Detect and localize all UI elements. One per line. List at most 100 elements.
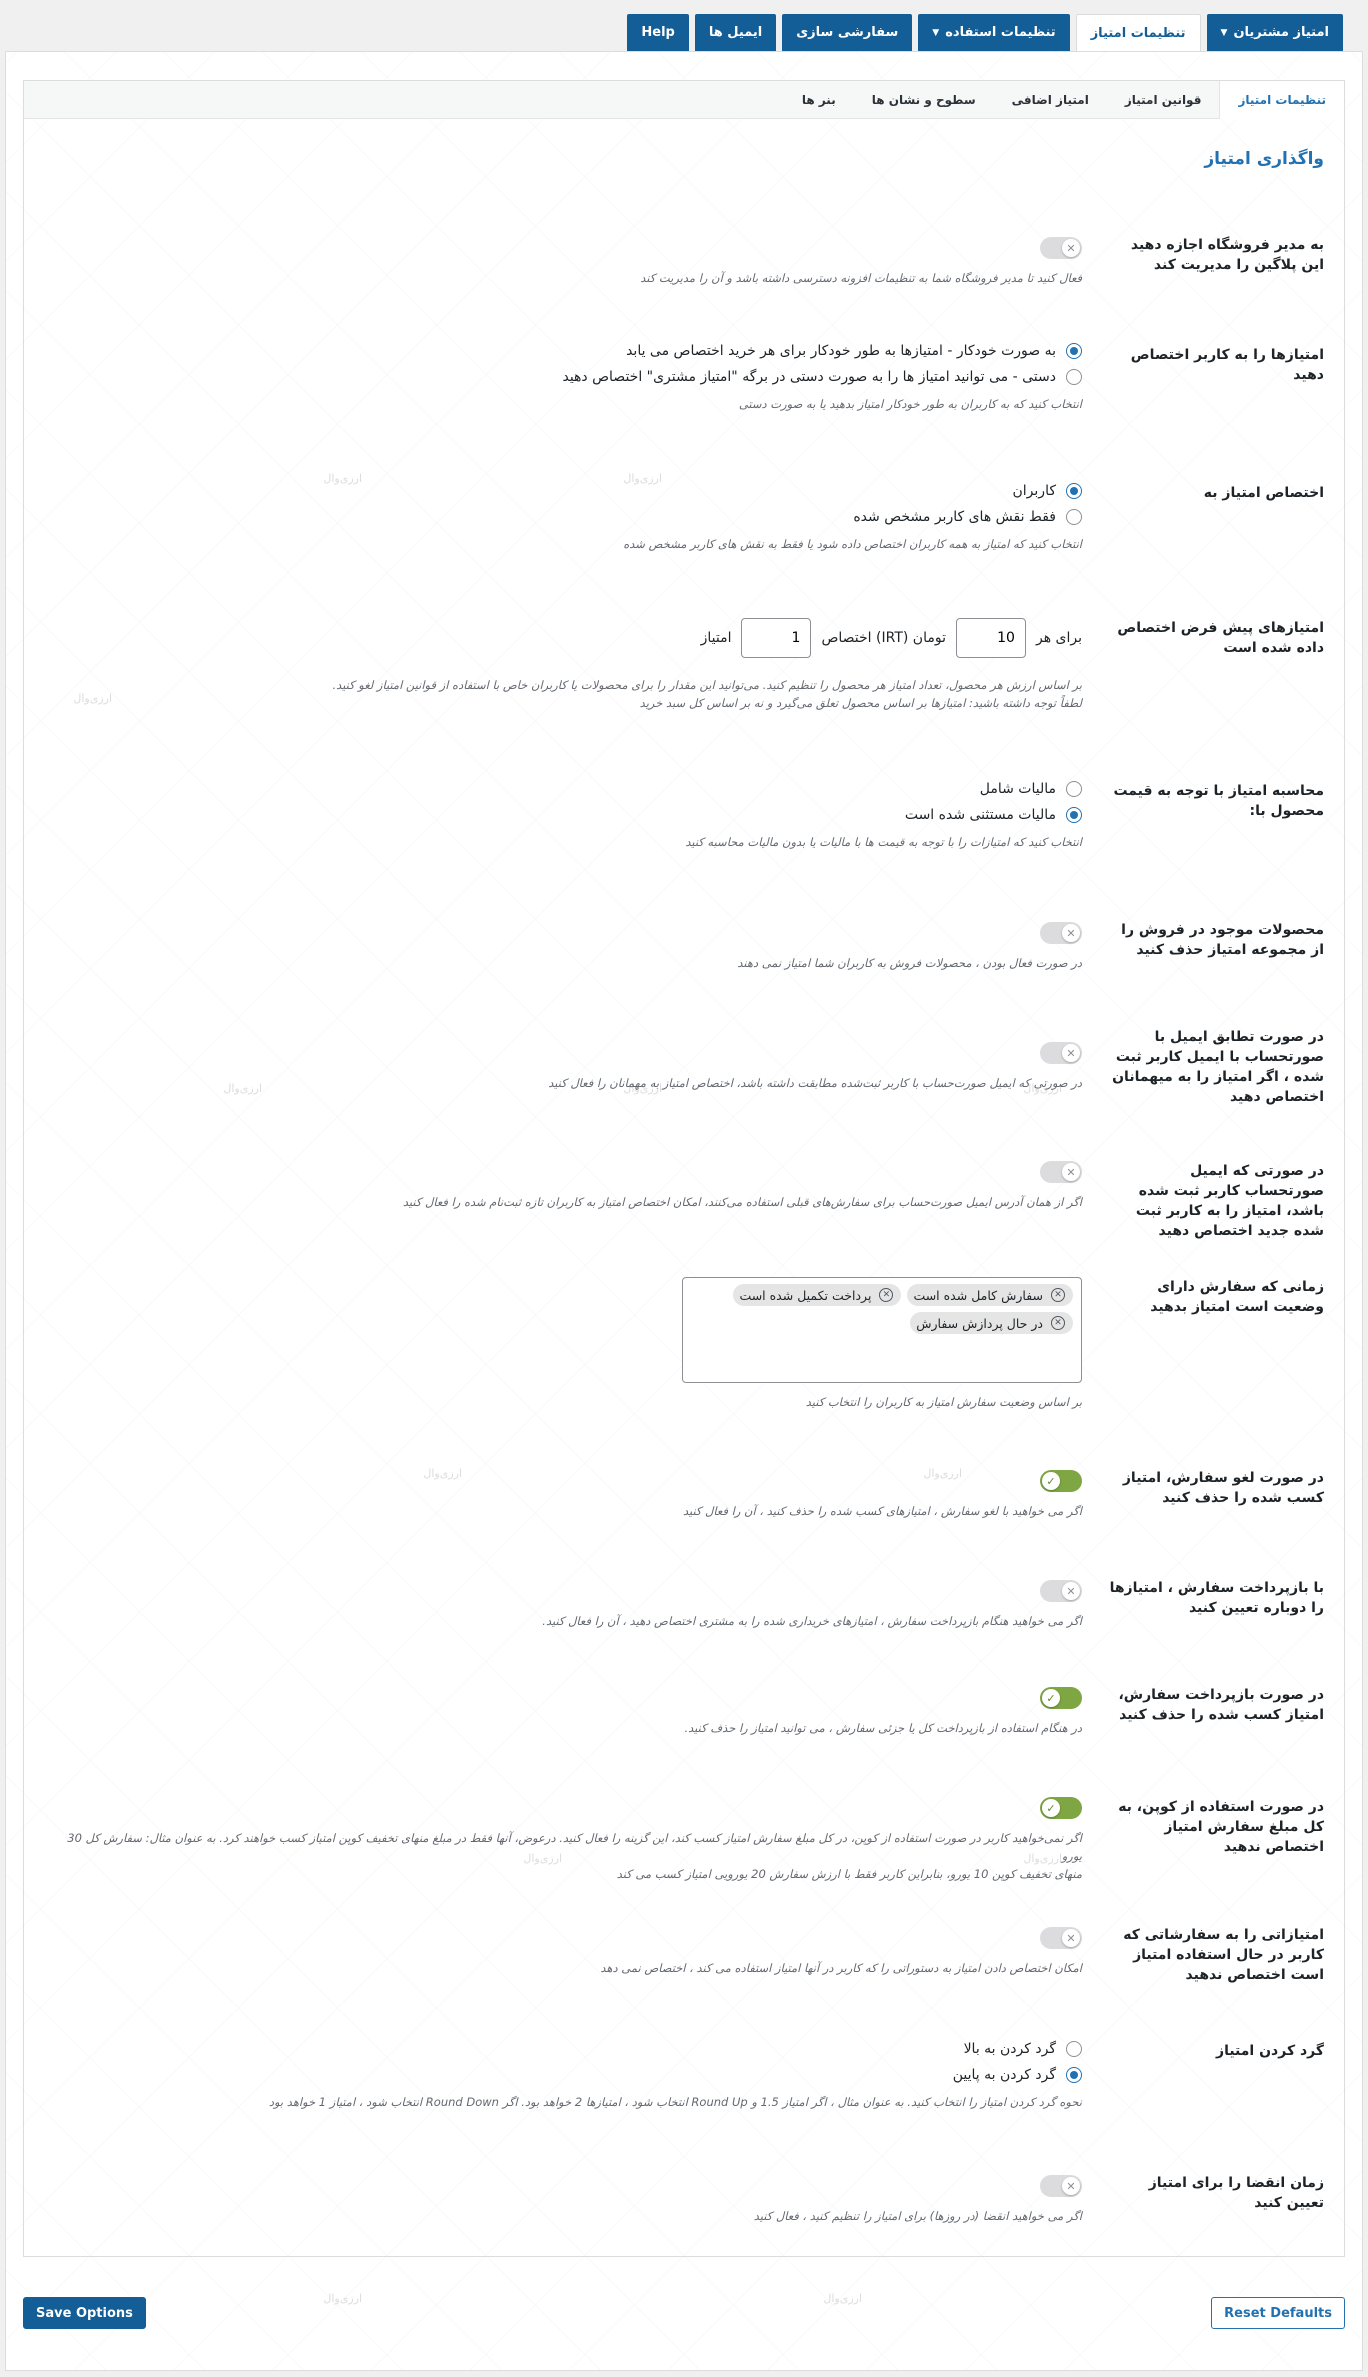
shop-manager-toggle[interactable]: ✕ [1040, 237, 1082, 259]
top-tabs: امتیاز مشتریان ▼ تنظیمات امتیاز تنظیمات … [627, 14, 1343, 51]
radio-round-down[interactable] [1066, 2067, 1082, 2083]
watermark-text: ارزی‌وال [323, 2292, 362, 2305]
exclude-sale-toggle[interactable]: ✕ [1040, 922, 1082, 944]
radio-label: کاربران [1012, 483, 1056, 499]
setting-description: اگر نمی‌خواهید کاربر در صورت استفاده از … [67, 1831, 1082, 1863]
suffix-text: امتیاز [700, 630, 732, 646]
chip-label: سفارش کامل شده است [913, 1287, 1043, 1303]
setting-description: اگر از همان آدرس ایمیل صورت‌حساب برای سف… [402, 1195, 1082, 1209]
chevron-down-icon: ▼ [932, 27, 940, 38]
subtab-points-settings[interactable]: تنظیمات امتیاز [1219, 81, 1344, 119]
subtab-points-rules[interactable]: قوانین امتیاز [1107, 81, 1220, 119]
radio-option[interactable]: گرد کردن به بالا [44, 2041, 1082, 2057]
check-icon: ✓ [1042, 1689, 1060, 1707]
order-status-select[interactable]: ✕ سفارش کامل شده است ✕ پرداخت تکمیل شده … [682, 1277, 1082, 1383]
setting-description: اگر می خواهید انقضا (در روزها) برای امتی… [753, 2209, 1082, 2223]
radio-label: مالیات شامل [979, 781, 1056, 797]
close-icon: ✕ [1062, 2177, 1080, 2195]
setting-description: بر اساس وضعیت سفارش امتیاز به کاربران را… [805, 1395, 1082, 1409]
tab-help[interactable]: Help [627, 14, 689, 51]
reset-defaults-button[interactable]: Reset Defaults [1211, 2297, 1345, 2329]
chip-label: در حال پردازش سفارش [916, 1315, 1043, 1331]
tab-label: سفارشی سازی [796, 25, 899, 40]
redeeming-orders-toggle[interactable]: ✕ [1040, 1927, 1082, 1949]
close-icon: ✕ [1062, 924, 1080, 942]
tab-label: Help [641, 25, 675, 40]
chip-label: پرداخت تکمیل شده است [739, 1287, 872, 1303]
radio-automatic[interactable] [1066, 343, 1082, 359]
tab-customization[interactable]: سفارشی سازی [782, 14, 913, 51]
expiration-toggle[interactable]: ✕ [1040, 2175, 1082, 2197]
remove-on-refund-toggle[interactable]: ✓ [1040, 1687, 1082, 1709]
status-chip: ✕ پرداخت تکمیل شده است [733, 1284, 902, 1306]
radio-users[interactable] [1066, 483, 1082, 499]
radio-option[interactable]: فقط نقش های کاربر مشخص شده [44, 509, 1082, 525]
setting-description: در صورتی که ایمیل صورت‌حساب با کاربر ثبت… [548, 1076, 1082, 1090]
radio-manual[interactable] [1066, 369, 1082, 385]
setting-label: در صورت تطابق ایمیل با صورتحساب با ایمیل… [1112, 1029, 1324, 1105]
setting-label: در صورت استفاده از کوپن، به کل مبلغ سفار… [1118, 1799, 1324, 1855]
close-icon: ✕ [1062, 239, 1080, 257]
radio-label: مالیات مستثنی شده است [904, 807, 1056, 823]
setting-label: با بازپرداخت سفارش ، امتیازها را دوباره … [1109, 1580, 1324, 1616]
setting-label: محصولات موجود در فروش را از مجموعه امتیا… [1121, 922, 1324, 958]
tab-emails[interactable]: ایمیل ها [694, 14, 777, 51]
check-icon: ✓ [1042, 1472, 1060, 1490]
radio-round-up[interactable] [1066, 2041, 1082, 2057]
radio-option[interactable]: گرد کردن به پایین [44, 2067, 1082, 2083]
amount-input[interactable] [955, 618, 1026, 658]
radio-option[interactable]: مالیات مستثنی شده است [44, 807, 1082, 823]
setting-label: گرد کردن امتیاز [1216, 2043, 1324, 2059]
reassign-on-refund-toggle[interactable]: ✕ [1040, 1580, 1082, 1602]
save-options-button[interactable]: Save Options [23, 2297, 146, 2329]
remove-chip-icon[interactable]: ✕ [1051, 1316, 1065, 1330]
subtab-levels-badges[interactable]: سطوح و نشان ها [854, 81, 994, 119]
radio-label: دستی - می توانید امتیاز ها را به صورت دس… [562, 369, 1056, 385]
tab-points-settings[interactable]: تنظیمات امتیاز [1075, 14, 1201, 51]
watermark-text: ارزی‌وال [823, 2292, 862, 2305]
radio-option[interactable]: به صورت خودکار - امتیازها به طور خودکار … [44, 343, 1082, 359]
setting-label: در صورت لغو سفارش، امتیاز کسب شده را حذف… [1122, 1470, 1324, 1506]
tab-label: ایمیل ها [708, 25, 763, 40]
subtab-banners[interactable]: بنر ها [784, 81, 854, 119]
setting-label: امتیازاتی را به سفارشاتی که کاربر در حال… [1123, 1927, 1324, 1983]
guest-email-toggle[interactable]: ✕ [1040, 1042, 1082, 1064]
tab-label: تنظیمات امتیاز [1090, 25, 1186, 41]
setting-description: در هنگام استفاده از بازپرداخت کل یا جزئی… [684, 1721, 1082, 1735]
remove-chip-icon[interactable]: ✕ [1051, 1288, 1065, 1302]
radio-option[interactable]: دستی - می توانید امتیاز ها را به صورت دس… [44, 369, 1082, 385]
close-icon: ✕ [1062, 1929, 1080, 1947]
setting-description: اگر می خواهید هنگام بازپرداخت سفارش ، ام… [542, 1614, 1082, 1628]
setting-description: فعال کنید تا مدیر فروشگاه شما به تنظیمات… [640, 271, 1082, 285]
setting-note: لطفاً توجه داشته باشید: امتیازها بر اساس… [639, 696, 1082, 710]
remove-on-cancel-toggle[interactable]: ✓ [1040, 1470, 1082, 1492]
setting-label: زمان انقضا را برای امتیاز تعیین کنید [1148, 2175, 1324, 2211]
setting-description: انتخاب کنید که امتیازات را با توجه به قی… [685, 835, 1082, 849]
setting-description: اگر می خواهید با لغو سفارش ، امتیازهای ک… [682, 1504, 1082, 1518]
setting-label: زمانی که سفارش دارای وضعیت است امتیاز بد… [1150, 1279, 1324, 1315]
setting-description: در صورت فعال بودن ، محصولات فروش به کارب… [737, 956, 1082, 970]
radio-tax-excluded[interactable] [1066, 807, 1082, 823]
points-input[interactable] [741, 618, 812, 658]
radio-specific-roles[interactable] [1066, 509, 1082, 525]
close-icon: ✕ [1062, 1163, 1080, 1181]
setting-label: اختصاص امتیاز به [1203, 485, 1324, 501]
setting-label: در صورتی که ایمیل صورتحساب کاربر ثبت شده… [1135, 1163, 1324, 1239]
sub-tabs: تنظیمات امتیاز قوانین امتیاز امتیاز اضاف… [24, 81, 1344, 119]
coupon-toggle[interactable]: ✓ [1040, 1797, 1082, 1819]
setting-description: امکان اختصاص دادن امتیاز به دستوراتی را … [600, 1961, 1082, 1975]
remove-chip-icon[interactable]: ✕ [879, 1288, 894, 1302]
section-title: واگذاری امتیاز [1204, 149, 1324, 169]
radio-tax-included[interactable] [1066, 781, 1082, 797]
radio-option[interactable]: کاربران [44, 483, 1082, 499]
new-user-email-toggle[interactable]: ✕ [1040, 1161, 1082, 1183]
radio-option[interactable]: مالیات شامل [44, 781, 1082, 797]
setting-description: بر اساس ارزش هر محصول، تعداد امتیاز هر م… [332, 678, 1082, 692]
check-icon: ✓ [1042, 1799, 1060, 1817]
setting-label: محاسبه امتیاز با توجه به قیمت محصول با: [1113, 783, 1324, 819]
radio-label: به صورت خودکار - امتیازها به طور خودکار … [626, 343, 1056, 359]
subtab-bonus-points[interactable]: امتیاز اضافی [994, 81, 1107, 119]
close-icon: ✕ [1062, 1582, 1080, 1600]
tab-usage-settings[interactable]: تنظیمات استفاده ▼ [918, 14, 1070, 51]
tab-customer-points[interactable]: امتیاز مشتریان ▼ [1206, 14, 1343, 51]
